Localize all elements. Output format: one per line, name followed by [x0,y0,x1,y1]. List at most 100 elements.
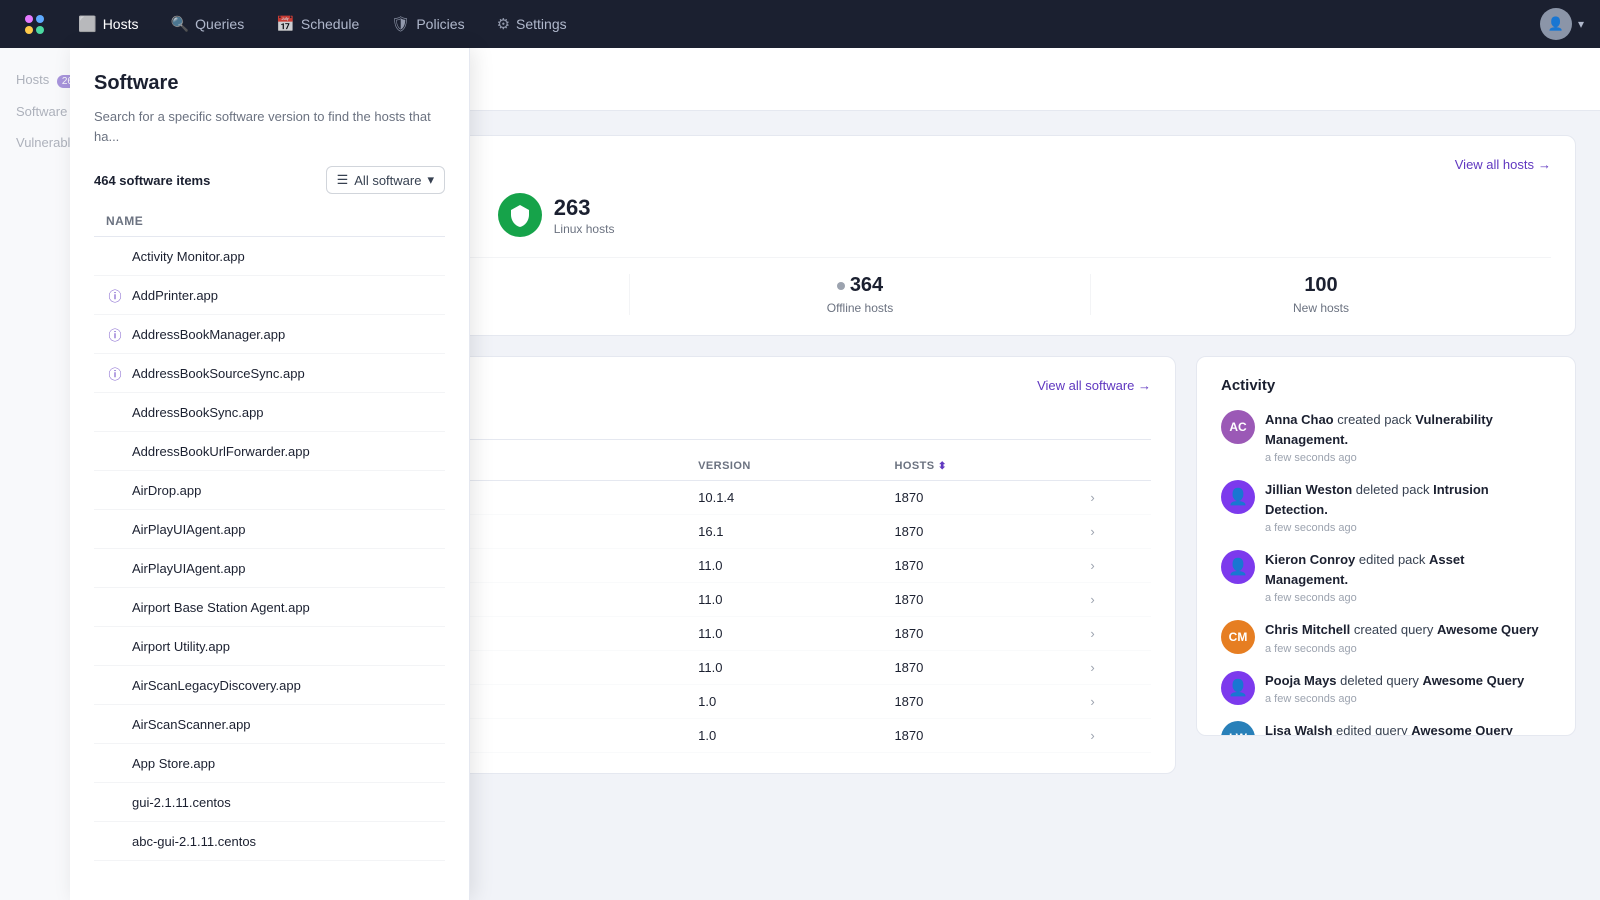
sw-row-action[interactable]: › [1078,583,1151,617]
overlay-list-item[interactable]: AirPlayUIAgent.app [94,549,445,588]
overlay-row-name: abc-gui-2.1.11.centos [132,834,256,849]
activity-timestamp: a few seconds ago [1265,452,1551,464]
nav-policies[interactable]: 🛡 Policies [377,9,478,39]
overlay-title: Software [94,72,445,95]
row-arrow-icon[interactable]: › [1090,524,1094,539]
sw-row-action[interactable]: › [1078,719,1151,753]
row-arrow-icon[interactable]: › [1090,592,1094,607]
row-warning-icon [106,598,124,616]
col-version-header: Version [686,452,882,481]
warning-icon: ⓘ [108,325,121,344]
view-all-software-link[interactable]: View all software → [1037,378,1151,393]
overlay-list-item[interactable]: AddressBookSync.app [94,393,445,432]
overlay-row-name: AirDrop.app [132,483,201,498]
overlay-list-item[interactable]: AirScanScanner.app [94,705,445,744]
overlay-list-item[interactable]: Airport Utility.app [94,627,445,666]
activity-text: Pooja Mays deleted query Awesome Query [1265,671,1524,691]
overlay-list-item[interactable]: ⓘ AddPrinter.app [94,276,445,315]
overlay-list-item[interactable]: ⓘ AddressBookManager.app [94,315,445,354]
overlay-filter-dropdown[interactable]: ☰ All software ▾ [326,166,445,194]
overlay-list-item[interactable]: AirPlayUIAgent.app [94,510,445,549]
nav-hosts[interactable]: ⬜ Hosts [64,9,152,39]
overlay-row-name: Airport Base Station Agent.app [132,600,310,615]
activity-timestamp: a few seconds ago [1265,693,1524,705]
offline-dot [837,282,845,290]
overlay-row-name: App Store.app [132,756,215,771]
row-warning-icon [106,481,124,499]
activity-user: Chris Mitchell [1265,622,1350,637]
row-arrow-icon[interactable]: › [1090,694,1094,709]
activity-avatar: 👤 [1221,671,1255,705]
nav-settings[interactable]: ⚙ Settings [483,9,581,39]
sw-hosts: 1870 [882,481,1078,515]
activity-user: Pooja Mays [1265,673,1337,688]
overlay-list-item[interactable]: Activity Monitor.app [94,237,445,276]
sw-row-action[interactable]: › [1078,685,1151,719]
sw-version: 11.0 [686,617,882,651]
nav-queries[interactable]: 🔍 Queries [156,9,258,39]
activity-item: AC Anna Chao created pack Vulnerability … [1221,410,1551,464]
row-arrow-icon[interactable]: › [1090,728,1094,743]
user-menu-chevron[interactable]: ▾ [1578,17,1584,31]
sw-row-action[interactable]: › [1078,651,1151,685]
overlay-table-header: Name [94,206,445,237]
sw-hosts: 1870 [882,617,1078,651]
overlay-list-item[interactable]: ⓘ AddressBookSourceSync.app [94,354,445,393]
overlay-meta: 464 software items ☰ All software ▾ [94,166,445,194]
sw-row-action[interactable]: › [1078,481,1151,515]
sw-hosts: 1870 [882,583,1078,617]
overlay-row-name: AirPlayUIAgent.app [132,561,245,576]
sw-row-action[interactable]: › [1078,515,1151,549]
overlay-list-item[interactable]: gui-2.1.11.centos [94,783,445,822]
nav-schedule[interactable]: 📅 Schedule [262,9,373,39]
offline-label: Offline hosts [630,301,1090,315]
sw-row-action[interactable]: › [1078,617,1151,651]
activity-item: 👤 Pooja Mays deleted query Awesome Query… [1221,671,1551,706]
col-hosts-header[interactable]: Hosts ⬍ [882,452,1078,481]
row-arrow-icon[interactable]: › [1090,626,1094,641]
overlay-row-name: AddPrinter.app [132,288,218,303]
row-warning-icon [106,247,124,265]
filter-chevron-icon: ▾ [427,172,434,188]
sw-version: 10.1.4 [686,481,882,515]
warning-icon: ⓘ [108,286,121,305]
row-arrow-icon[interactable]: › [1090,490,1094,505]
overlay-list-item[interactable]: App Store.app [94,744,445,783]
activity-title: Activity [1221,377,1551,394]
row-warning-icon [106,403,124,421]
row-warning-icon [106,559,124,577]
sw-hosts: 1870 [882,651,1078,685]
sw-version: 11.0 [686,651,882,685]
activity-avatar: CM [1221,620,1255,654]
row-warning-icon [106,637,124,655]
row-arrow-icon[interactable]: › [1090,660,1094,675]
linux-count: 263 [554,195,615,221]
activity-item: 👤 Jillian Weston deleted pack Intrusion … [1221,480,1551,534]
activity-text: Lisa Walsh edited query Awesome Query [1265,721,1513,736]
overlay-list-item[interactable]: AddressBookUrlForwarder.app [94,432,445,471]
sw-hosts: 1870 [882,719,1078,753]
sw-version: 11.0 [686,583,882,617]
activity-user: Lisa Walsh [1265,723,1332,736]
row-warning-icon: ⓘ [106,286,124,304]
activity-target: Awesome Query [1437,622,1539,637]
overlay-row-name: AirPlayUIAgent.app [132,522,245,537]
activity-target: Awesome Query [1411,723,1513,736]
overlay-row-name: AddressBookSourceSync.app [132,366,305,381]
sw-hosts: 1870 [882,685,1078,719]
activity-text: Jillian Weston deleted pack Intrusion De… [1265,480,1551,519]
overlay-list-item[interactable]: AirScanLegacyDiscovery.app [94,666,445,705]
overlay-list-item[interactable]: abc-gui-2.1.11.centos [94,822,445,861]
view-all-hosts-link[interactable]: View all hosts → [1455,157,1551,172]
hosts-nav-icon: ⬜ [78,15,97,33]
software-overlay-panel: Software Search for a specific software … [70,48,470,900]
overlay-list-item[interactable]: AirDrop.app [94,471,445,510]
sw-version: 11.0 [686,549,882,583]
row-arrow-icon[interactable]: › [1090,558,1094,573]
app-logo[interactable] [16,6,52,42]
sw-row-action[interactable]: › [1078,549,1151,583]
activity-text: Kieron Conroy edited pack Asset Manageme… [1265,550,1551,589]
user-avatar[interactable]: 👤 [1540,8,1572,40]
overlay-row-name: gui-2.1.11.centos [132,795,231,810]
overlay-list-item[interactable]: Airport Base Station Agent.app [94,588,445,627]
